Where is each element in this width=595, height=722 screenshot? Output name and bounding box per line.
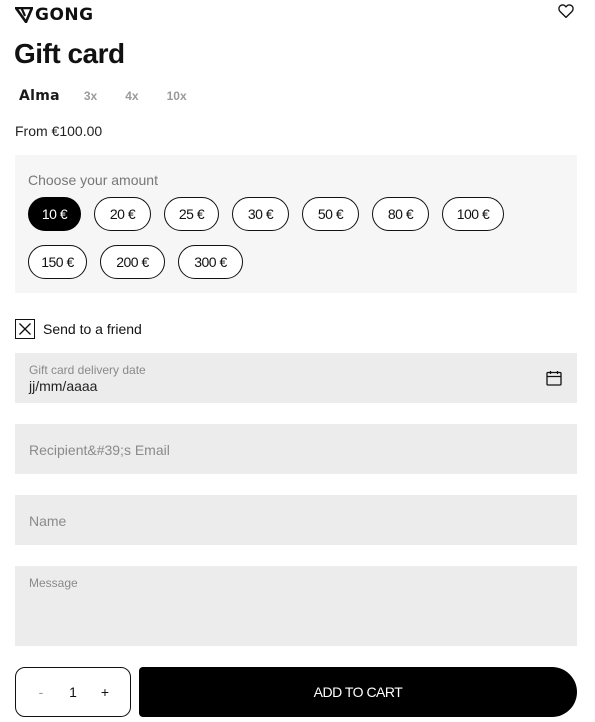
message-label: Message [29,576,78,590]
amount-option-25[interactable]: 25 € [164,197,219,231]
installment-10x[interactable]: 10x [167,89,187,103]
delivery-date-label: Gift card delivery date [29,363,146,377]
add-to-cart-button[interactable]: ADD TO CART [139,667,577,717]
amount-option-150[interactable]: 150 € [28,245,87,279]
name-field[interactable]: Name [15,495,577,545]
gong-logo-icon [15,7,33,23]
amount-selector: Choose your amount 10 € 20 € 25 € 30 € 5… [15,155,577,293]
wishlist-button[interactable] [557,2,575,20]
quantity-value: 1 [69,684,77,700]
delivery-date-field[interactable]: Gift card delivery date jj/mm/aaaa [15,353,577,403]
send-to-friend-label: Send to a friend [43,321,142,337]
calendar-button[interactable] [545,369,563,387]
recipient-email-placeholder: Recipient&#39;s Email [29,442,170,458]
product-title: Gift card [14,38,125,69]
brand-logo[interactable]: GONG [15,6,94,24]
recipient-email-field[interactable]: Recipient&#39;s Email [15,424,577,474]
installment-4x[interactable]: 4x [125,89,138,103]
amount-option-80[interactable]: 80 € [372,197,429,231]
brand-name: GONG [35,5,94,25]
installment-options: Alma 3x 4x 10x [19,88,215,104]
amount-option-300[interactable]: 300 € [178,245,243,279]
heart-icon [558,4,574,19]
amount-option-50[interactable]: 50 € [302,197,359,231]
amount-label: Choose your amount [28,172,158,188]
quantity-increment-button[interactable]: + [98,684,112,700]
product-price: From €100.00 [15,123,103,139]
delivery-date-value[interactable]: jj/mm/aaaa [29,378,97,394]
send-to-friend-checkbox[interactable] [15,319,35,339]
name-placeholder: Name [29,513,67,529]
calendar-icon [546,371,562,386]
quantity-decrement-button[interactable]: - [34,684,48,700]
amount-option-200[interactable]: 200 € [100,245,165,279]
alma-logo: Alma [19,88,60,104]
close-icon [19,323,31,335]
amount-option-100[interactable]: 100 € [442,197,504,231]
message-field[interactable]: Message [15,566,577,646]
installment-3x[interactable]: 3x [84,89,97,103]
amount-option-20[interactable]: 20 € [94,197,151,231]
amount-option-30[interactable]: 30 € [232,197,289,231]
amount-option-10[interactable]: 10 € [28,197,81,231]
quantity-stepper: - 1 + [15,667,131,717]
